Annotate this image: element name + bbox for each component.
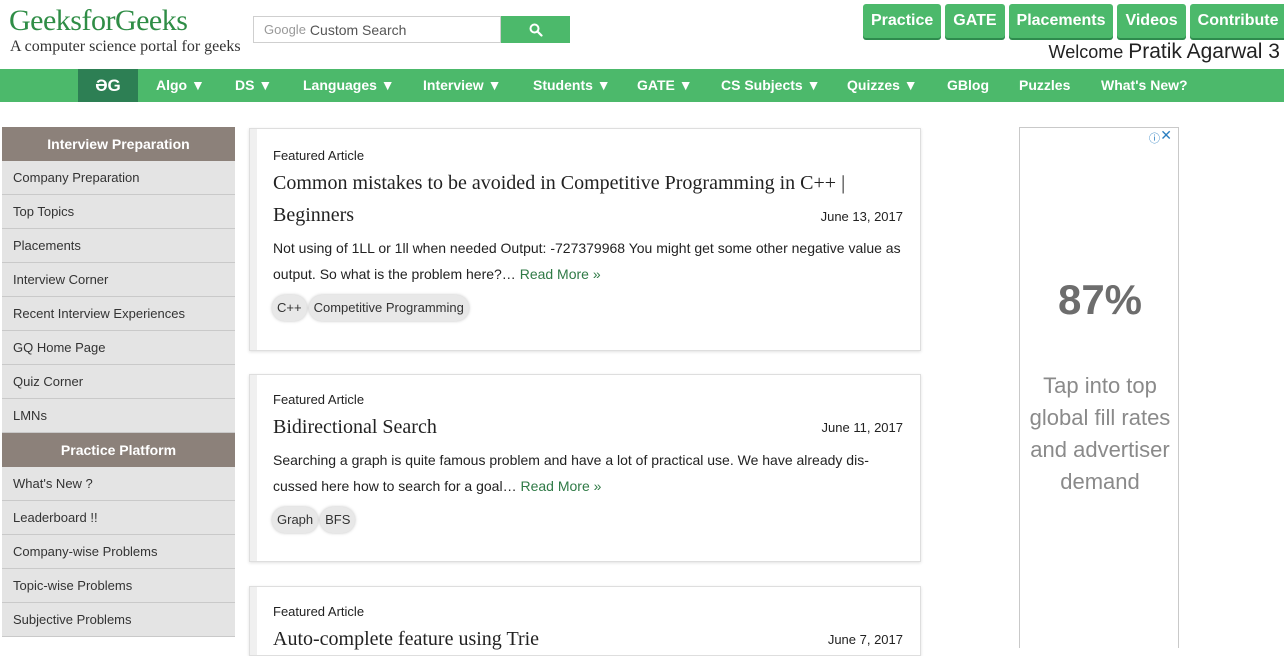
sidebar: Interview Preparation Company Preparatio…	[2, 127, 235, 637]
top-button-group: Practice GATE CS Placements Videos Contr…	[863, 4, 1284, 63]
sidebar-heading-interview-preparation: Interview Preparation	[2, 127, 235, 161]
advertisement[interactable]: ⓘ ✕ 87% Tap into top global fill rates a…	[1019, 127, 1179, 648]
ad-body-text: Tap into top global fill rates and adver…	[1029, 373, 1171, 494]
article-card: Featured Article Auto-complete feature u…	[249, 586, 921, 656]
search-button[interactable]	[501, 16, 570, 43]
article-card: Featured Article Bidirectional Search Ju…	[249, 374, 921, 562]
tag-bfs[interactable]: BFS	[320, 507, 356, 533]
nav-item-algo[interactable]: Algo ▼	[156, 69, 205, 102]
search-placeholder: Custom Search	[309, 21, 407, 38]
article-card: Featured Article Common mistakes to be a…	[249, 128, 921, 351]
site-logo[interactable]: GeeksforGeeks	[9, 4, 188, 38]
search-brand: Google	[264, 22, 306, 37]
practice-button[interactable]: Practice	[863, 4, 942, 38]
site-tagline: A computer science portal for geeks	[10, 38, 241, 55]
article-tags: C++ Competitive Programming	[272, 295, 469, 321]
sidebar-item-company-wise-problems[interactable]: Company-wise Problems	[2, 535, 235, 569]
ad-headline: 87%	[1057, 276, 1143, 323]
sidebar-item-quiz-corner[interactable]: Quiz Corner	[2, 365, 235, 399]
article-title[interactable]: Bidirectional Search	[273, 411, 893, 443]
sidebar-item-lmns[interactable]: LMNs	[2, 399, 235, 433]
article-excerpt: Searching a graph is quite famous proble…	[273, 447, 907, 499]
contribute-button[interactable]: Contribute	[1189, 4, 1284, 38]
read-more-link[interactable]: Read More »	[520, 478, 601, 494]
nav-item-languages[interactable]: Languages ▼	[303, 69, 395, 102]
sidebar-heading-practice-platform: Practice Platform	[2, 433, 235, 467]
sidebar-item-top-topics[interactable]: Top Topics	[2, 195, 235, 229]
ad-info-icon[interactable]: ⓘ	[1149, 130, 1160, 146]
user-name-link[interactable]: Pratik Agarwal 3	[1128, 40, 1280, 63]
read-more-link[interactable]: Read More »	[520, 266, 601, 282]
search-input[interactable]: Google Custom Search	[253, 16, 501, 43]
nav-item-cs-subjects[interactable]: CS Subjects ▼	[721, 69, 820, 102]
welcome-label: Welcome	[1048, 42, 1124, 62]
article-date: June 13, 2017	[820, 209, 903, 224]
nav-item-interview[interactable]: Interview ▼	[423, 69, 501, 102]
sidebar-item-subjective-problems[interactable]: Subjective Problems	[2, 603, 235, 637]
tag-cpp[interactable]: C++	[272, 295, 307, 321]
article-label: Featured Article	[273, 392, 365, 407]
placements-button[interactable]: Placements	[1008, 4, 1114, 38]
nav-item-puzzles[interactable]: Puzzles	[1019, 69, 1070, 102]
tag-competitive-programming[interactable]: Competitive Programming	[308, 295, 469, 321]
search-icon	[529, 23, 543, 37]
nav-item-gate[interactable]: GATE ▼	[637, 69, 693, 102]
main-navbar: ƏG Algo ▼ DS ▼ Languages ▼ Interview ▼ S…	[0, 69, 1284, 102]
article-excerpt: Not using of 1LL or 1ll when needed Outp…	[273, 235, 907, 287]
article-tags: Graph BFS	[272, 507, 356, 533]
gate-cs-button[interactable]: GATE CS	[945, 4, 1005, 63]
article-label: Featured Article	[273, 148, 365, 163]
sidebar-item-whats-new[interactable]: What's New ?	[2, 467, 235, 501]
sidebar-item-company-preparation[interactable]: Company Preparation	[2, 161, 235, 195]
videos-button[interactable]: Videos	[1117, 4, 1186, 38]
sidebar-item-leaderboard[interactable]: Leaderboard !!	[2, 501, 235, 535]
article-date: June 7, 2017	[827, 632, 903, 647]
nav-item-ds[interactable]: DS ▼	[235, 69, 272, 102]
sidebar-item-topic-wise-problems[interactable]: Topic-wise Problems	[2, 569, 235, 603]
sidebar-item-placements[interactable]: Placements	[2, 229, 235, 263]
article-date: June 11, 2017	[821, 420, 903, 435]
nav-item-students[interactable]: Students ▼	[533, 69, 611, 102]
sidebar-item-gq-home-page[interactable]: GQ Home Page	[2, 331, 235, 365]
ad-close-icon[interactable]: ✕	[1160, 127, 1172, 144]
site-header: GeeksforGeeks A computer science portal …	[0, 0, 1284, 69]
sidebar-item-recent-interview-experiences[interactable]: Recent Interview Experiences	[2, 297, 235, 331]
article-title[interactable]: Common mistakes to be avoided in Competi…	[273, 167, 893, 231]
nav-home-logo[interactable]: ƏG	[78, 69, 138, 102]
nav-item-gblog[interactable]: GBlog	[947, 69, 989, 102]
nav-item-quizzes[interactable]: Quizzes ▼	[847, 69, 918, 102]
sidebar-item-interview-corner[interactable]: Interview Corner	[2, 263, 235, 297]
nav-item-whats-new[interactable]: What's New?	[1101, 69, 1188, 102]
article-label: Featured Article	[273, 604, 365, 619]
tag-graph[interactable]: Graph	[272, 507, 319, 533]
welcome-message: Welcome Pratik Agarwal 3	[1049, 40, 1280, 64]
article-title[interactable]: Auto-complete feature using Trie	[273, 623, 893, 655]
